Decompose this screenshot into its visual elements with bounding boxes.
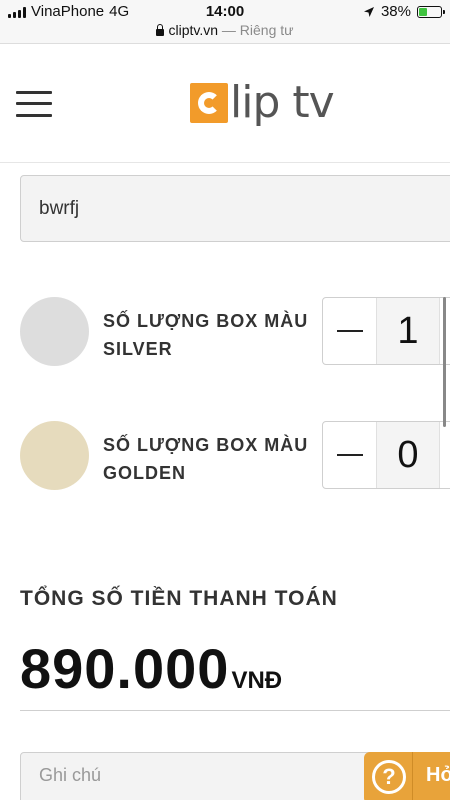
minus-icon xyxy=(336,330,363,332)
help-separator xyxy=(412,752,413,800)
battery-percent: 38% xyxy=(380,3,411,20)
name-field[interactable]: bwrfj xyxy=(20,175,450,242)
total-amount-value: 890.000 xyxy=(20,637,230,700)
battery-icon xyxy=(417,5,445,18)
status-right: 38% xyxy=(363,3,445,20)
golden-box-row: Số lượng box màu golden 0 xyxy=(20,421,450,491)
help-label: Hỏ xyxy=(426,764,450,786)
privacy-label: — Riêng tư xyxy=(221,22,294,38)
silver-box-row: Số lượng box màu silver 1 xyxy=(20,297,450,367)
silver-swatch xyxy=(20,297,89,366)
minus-icon xyxy=(336,454,363,456)
golden-swatch xyxy=(20,421,89,490)
golden-box-label: Số lượng box màu golden xyxy=(103,435,309,483)
hamburger-menu-icon[interactable] xyxy=(16,89,52,119)
golden-decrement-button[interactable] xyxy=(323,422,376,488)
url-domain: cliptv.vn xyxy=(168,22,219,38)
logo-c-icon xyxy=(190,83,228,123)
battery-fill xyxy=(419,7,427,16)
divider xyxy=(20,710,450,711)
status-bar: VinaPhone 4G 14:00 38% xyxy=(0,0,450,22)
silver-decrement-button[interactable] xyxy=(323,298,376,364)
silver-quantity-stepper: 1 xyxy=(322,297,450,365)
silver-box-label: Số lượng box màu silver xyxy=(103,311,309,359)
currency-label: VNĐ xyxy=(231,667,283,694)
lock-icon xyxy=(156,24,165,36)
scrollbar[interactable] xyxy=(443,297,446,427)
site-header: lip tv xyxy=(0,45,450,163)
golden-quantity-stepper: 0 xyxy=(322,421,450,489)
silver-quantity-value[interactable]: 1 xyxy=(376,298,440,364)
total-label: Tổng số tiền thanh toán xyxy=(20,587,338,610)
help-button[interactable]: ? Hỏ xyxy=(364,752,450,800)
cliptv-logo[interactable]: lip tv xyxy=(190,75,335,131)
address-bar[interactable]: cliptv.vn — Riêng tư xyxy=(0,22,450,44)
question-icon: ? xyxy=(372,760,406,794)
location-arrow-icon xyxy=(363,6,374,17)
total-amount: 890.000 VNĐ xyxy=(20,636,282,701)
golden-quantity-value[interactable]: 0 xyxy=(376,422,440,488)
logo-text: lip tv xyxy=(230,77,335,128)
